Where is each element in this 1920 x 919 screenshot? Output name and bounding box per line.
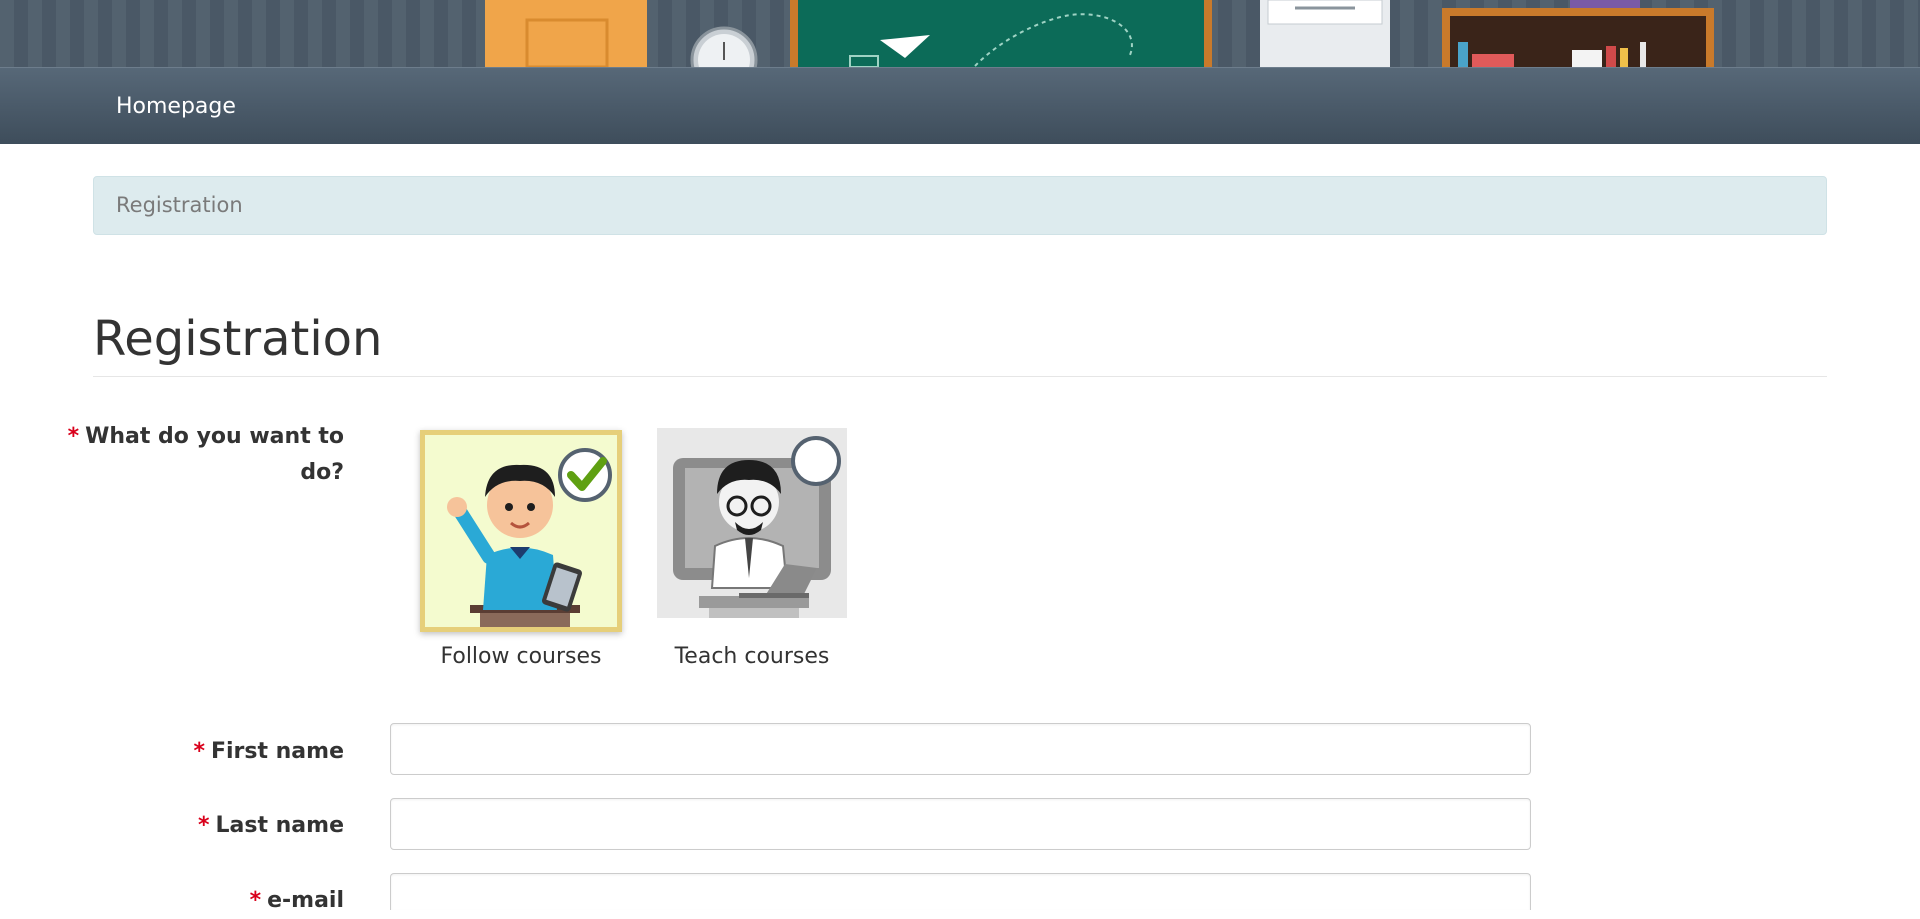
role-option-label: Teach courses (674, 644, 830, 669)
role-question-label: * What do you want to do? (67, 424, 344, 485)
classroom-banner-icon (485, 0, 1714, 67)
radio-unchecked-icon (791, 436, 841, 486)
email-label: * e-mail (249, 888, 344, 913)
page-title: Registration (93, 311, 383, 367)
breadcrumb-current: Registration (116, 193, 243, 217)
teacher-avatar-card (657, 428, 847, 618)
last-name-label: * Last name (197, 813, 344, 838)
top-navbar: Homepage (0, 67, 1920, 144)
role-option-teach-courses[interactable]: Teach courses (657, 428, 847, 675)
student-avatar-card (420, 430, 622, 632)
email-input[interactable] (390, 873, 1531, 910)
first-name-label: * First name (193, 739, 344, 764)
nav-homepage-link[interactable]: Homepage (116, 68, 236, 145)
breadcrumb: Registration (93, 176, 1827, 235)
header-banner (0, 0, 1920, 67)
first-name-input[interactable] (390, 723, 1531, 775)
required-marker: * (67, 424, 80, 449)
last-name-input[interactable] (390, 798, 1531, 850)
check-icon (558, 448, 612, 502)
title-divider (93, 376, 1827, 377)
role-option-label: Follow courses (440, 644, 602, 669)
role-option-follow-courses[interactable]: Follow courses (420, 430, 622, 675)
